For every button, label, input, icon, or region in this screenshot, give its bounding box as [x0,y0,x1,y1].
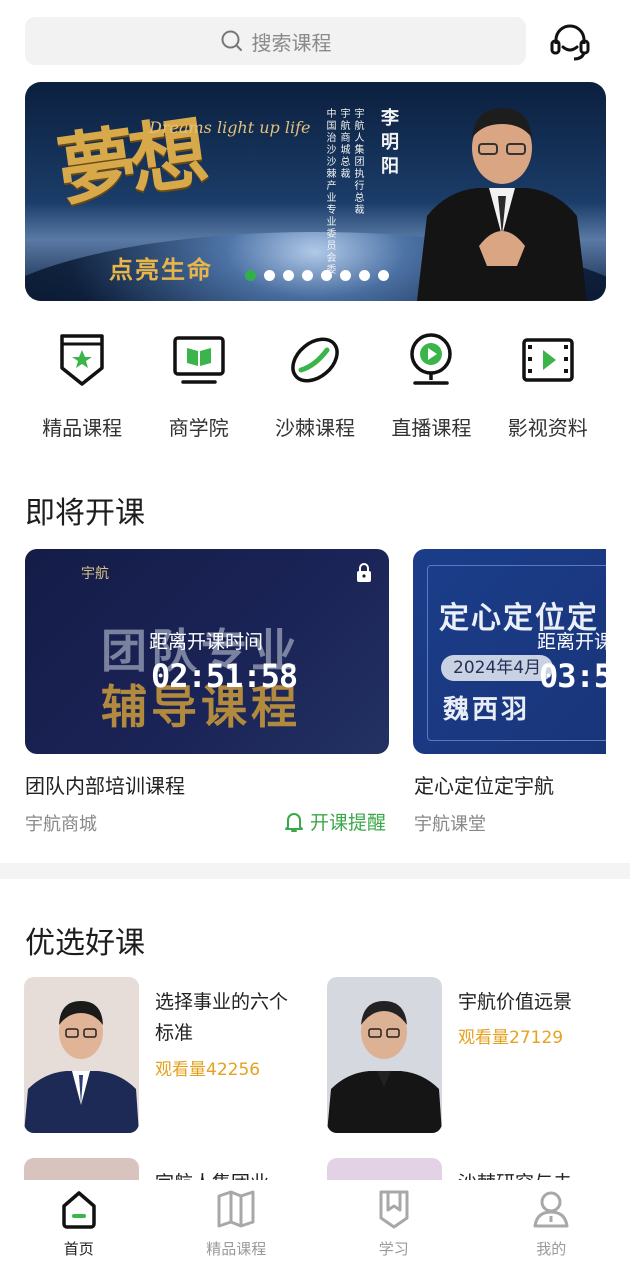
bell-icon [285,812,303,832]
pagination-dot[interactable] [283,270,294,281]
countdown-timer: 03:51 [539,657,606,695]
customer-service-icon[interactable] [548,20,592,64]
view-count: 观看量42256 [155,1060,261,1080]
category-nav: 精品课程 商学院 沙棘课程 直播课程 影视资料 [24,330,606,441]
countdown-label: 距离开课时间 [149,631,264,653]
tab-study[interactable]: 学习 [315,1180,473,1280]
pagination-dot[interactable] [378,270,389,281]
tab-profile[interactable]: 我的 [473,1180,630,1280]
pagination-dot[interactable] [264,270,275,281]
tab-home[interactable]: 首页 [0,1180,158,1280]
category-label: 精品课程 [42,416,123,440]
search-placeholder: 搜索课程 [251,30,332,55]
lock-icon [357,563,371,582]
pagination-dot[interactable] [340,270,351,281]
upcoming-section-title: 即将开课 [25,496,145,531]
leaf-icon [291,337,339,383]
course-title[interactable]: 定心定位定宇航 [414,770,554,799]
upcoming-course-card[interactable]: 宇航 团队专业 辅导课程 距离开课时间 02:51:58 [25,549,389,754]
pagination-dot[interactable] [302,270,313,281]
bottom-tab-bar: 首页 精品课程 学习 我的 [0,1180,630,1280]
tab-label: 精品课程 [206,1240,267,1258]
monitor-book-icon [172,336,225,384]
banner-speaker-photo [417,108,587,301]
category-label: 商学院 [168,416,229,440]
featured-course-item[interactable]: 宇航价值远景 观看量27129 [327,977,607,1133]
search-icon [221,30,242,51]
view-count: 观看量27129 [458,1028,564,1048]
tab-premium-courses[interactable]: 精品课程 [158,1180,316,1280]
banner-slogan-en: Dreams light up life [149,118,311,137]
cover-logo: 宇航 [81,566,109,582]
category-label: 沙棘课程 [274,416,355,440]
course-title: 宇航价值远景 [458,991,573,1013]
course-title: 选择事业的六个标准 [155,991,289,1044]
tab-label: 我的 [536,1240,567,1258]
banner-title-3: 中国治沙沙棘产业专业委员会委 [324,108,335,276]
tab-label: 学习 [378,1240,409,1258]
banner-pagination[interactable] [245,270,389,281]
webcam-play-icon [410,333,453,385]
pagination-dot[interactable] [359,270,370,281]
reminder-label: 开课提醒 [310,812,387,834]
pagination-dot[interactable] [321,270,332,281]
open-book-icon [217,1190,255,1228]
category-business-school[interactable]: 商学院 [140,330,256,441]
category-live-courses[interactable]: 直播课程 [373,330,489,441]
category-video-materials[interactable]: 影视资料 [490,330,606,441]
shield-star-icon [60,334,104,386]
countdown-label: 距离开课 [537,631,606,653]
category-label: 直播课程 [391,416,472,440]
cover-date-pill: 2024年4月 [441,655,554,681]
banner-title-1: 宇航人集团执行总裁 [352,108,363,216]
bookmark-shield-icon [379,1190,409,1229]
category-seabuckthorn-courses[interactable]: 沙棘课程 [257,330,373,441]
search-bar[interactable]: 搜索课程 [25,17,526,65]
featured-section-title: 优选好课 [25,926,145,961]
section-divider [0,863,630,879]
upcoming-course-card[interactable]: 定心定位定 2024年4月 魏西羽 距离开课 03:51 [413,549,606,754]
tab-label: 首页 [63,1240,94,1258]
banner-headline: 夢想 [52,107,208,218]
home-icon [62,1191,96,1229]
course-source: 宇航商城 [25,814,97,835]
banner-title-2: 宇航商城总裁 [338,108,349,180]
category-label: 影视资料 [507,416,588,440]
course-thumbnail [327,977,442,1133]
featured-course-item[interactable]: 选择事业的六个标准 观看量42256 [24,977,304,1133]
cover-line-2: 魏西羽 [443,695,531,725]
banner-slogan-cn: 点亮生命 [109,256,213,284]
banner-person-name: 李明阳 [378,108,399,180]
course-thumbnail [24,977,139,1133]
film-play-icon [522,338,574,382]
class-reminder-button[interactable]: 开课提醒 [284,808,386,835]
category-premium-courses[interactable]: 精品课程 [24,330,140,441]
course-title[interactable]: 团队内部培训课程 [25,770,185,799]
course-source: 宇航课堂 [414,814,486,835]
user-icon [533,1191,569,1228]
pagination-dot[interactable] [245,270,256,281]
countdown-timer: 02:51:58 [151,657,298,695]
promo-banner[interactable]: 夢想 Dreams light up life 点亮生命 中国治沙沙棘产业专业委… [25,82,606,301]
